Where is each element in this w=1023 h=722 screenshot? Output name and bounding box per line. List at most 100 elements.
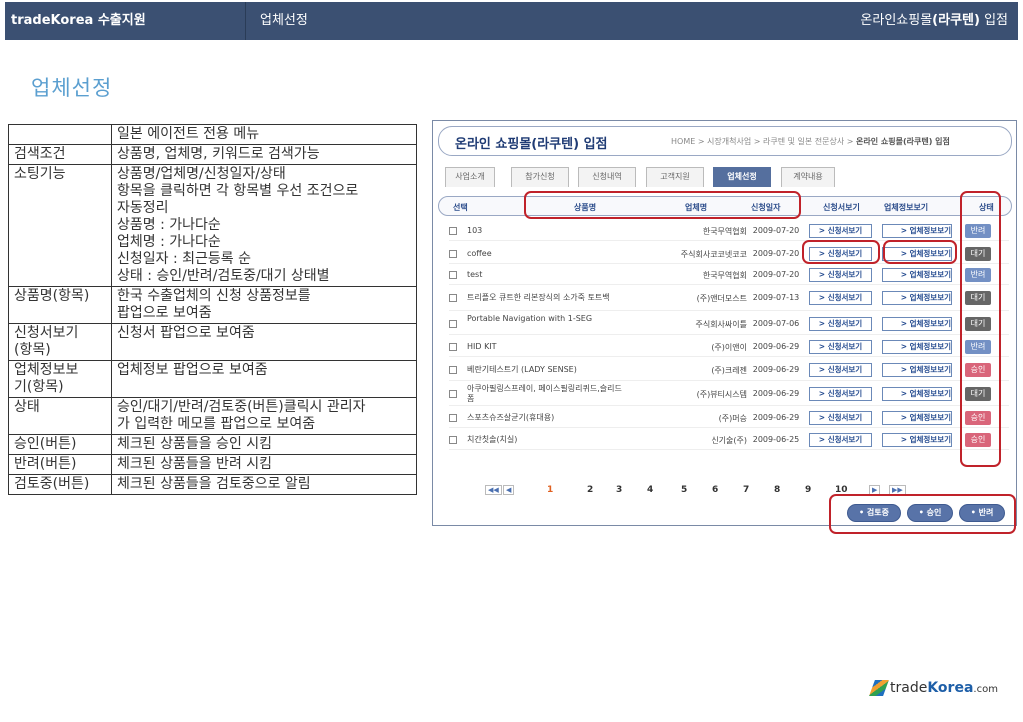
status-badge[interactable]: 승인	[965, 433, 991, 447]
view-company-info-button[interactable]: > 업체정보보기	[882, 247, 952, 261]
product-name-link[interactable]: 103	[467, 226, 627, 236]
view-application-button[interactable]: > 신청서보기	[809, 433, 872, 447]
spec-row: 업체정보보 기(항목) 업체정보 팝업으로 보여줌	[8, 360, 417, 398]
view-company-info-button[interactable]: > 업체정보보기	[882, 433, 952, 447]
view-company-info-button[interactable]: > 업체정보보기	[882, 340, 952, 354]
row-checkbox[interactable]	[449, 320, 457, 328]
view-application-button[interactable]: > 신청서보기	[809, 387, 872, 401]
status-badge[interactable]: 대기	[965, 387, 991, 401]
last-page-button[interactable]: ▶▶	[889, 485, 906, 495]
status-badge[interactable]: 반려	[965, 268, 991, 282]
col-status[interactable]: 상태	[979, 202, 994, 213]
page-link[interactable]: 9	[805, 485, 811, 495]
page-link[interactable]: 10	[835, 485, 848, 495]
review-button[interactable]: • 검토중	[847, 504, 901, 522]
row-checkbox[interactable]	[449, 294, 457, 302]
col-product[interactable]: 상품명	[574, 202, 596, 213]
page-link[interactable]: 4	[647, 485, 653, 495]
status-badge[interactable]: 반려	[965, 224, 991, 238]
col-select: 선택	[453, 203, 468, 212]
page-link[interactable]: 6	[712, 485, 718, 495]
page-link[interactable]: 2	[587, 485, 593, 495]
spec-key	[8, 124, 112, 145]
view-application-button[interactable]: > 신청서보기	[809, 224, 872, 238]
status-badge[interactable]: 대기	[965, 317, 991, 331]
tab-support[interactable]: 고객지원	[646, 167, 704, 187]
view-company-info-button[interactable]: > 업체정보보기	[882, 224, 952, 238]
brand-suffix: 수출지원	[93, 13, 146, 28]
page-link[interactable]: 7	[743, 485, 749, 495]
company-name: 한국무역협회	[702, 271, 747, 280]
next-page-button[interactable]: ▶	[869, 485, 881, 495]
apply-date: 2009-07-20	[752, 270, 800, 279]
page-link[interactable]: 8	[774, 485, 780, 495]
row-checkbox[interactable]	[449, 343, 457, 351]
status-badge[interactable]: 반려	[965, 340, 991, 354]
view-company-info-button[interactable]: > 업체정보보기	[882, 291, 952, 305]
spec-key: 상태	[8, 397, 112, 435]
product-name-link[interactable]: 베란기테스트기 (LADY SENSE)	[467, 365, 627, 375]
spec-key: 반려(버튼)	[8, 454, 112, 475]
view-company-info-button[interactable]: > 업체정보보기	[882, 411, 952, 425]
product-name-link[interactable]: coffee	[467, 249, 627, 259]
breadcrumb-current: 온라인 쇼핑몰(라쿠텐) 입점	[856, 137, 950, 146]
spec-key: 검색조건	[8, 144, 112, 165]
row-checkbox[interactable]	[449, 227, 457, 235]
tab-selection[interactable]: 업체선정	[713, 167, 771, 187]
mock-header: 온라인 쇼핑몰(라쿠텐) 입점 HOME > 시장개척사업 > 라쿠텐 및 일본…	[438, 126, 1012, 156]
row-checkbox[interactable]	[449, 250, 457, 258]
view-company-info-button[interactable]: > 업체정보보기	[882, 317, 952, 331]
col-date[interactable]: 신청일자	[751, 202, 780, 213]
view-application-button[interactable]: > 신청서보기	[809, 317, 872, 331]
spec-value: 체크된 상품들을 검토중으로 알림	[111, 474, 417, 495]
tab-intro[interactable]: 사업소개	[445, 167, 495, 187]
status-badge[interactable]: 대기	[965, 291, 991, 305]
product-name-link[interactable]: test	[467, 270, 627, 280]
brand[interactable]: tradeKorea 수출지원	[11, 2, 246, 40]
view-application-button[interactable]: > 신청서보기	[809, 291, 872, 305]
tab-history[interactable]: 신청내역	[578, 167, 636, 187]
apply-date: 2009-06-29	[752, 342, 800, 351]
approve-button[interactable]: • 승인	[907, 504, 953, 522]
page-link[interactable]: 1	[547, 485, 553, 495]
page-link[interactable]: 3	[616, 485, 622, 495]
col-company[interactable]: 업체명	[685, 202, 707, 213]
tab-apply[interactable]: 참가신청	[511, 167, 569, 187]
row-checkbox[interactable]	[449, 366, 457, 374]
view-company-info-button[interactable]: > 업체정보보기	[882, 268, 952, 282]
view-application-button[interactable]: > 신청서보기	[809, 411, 872, 425]
product-name-link[interactable]: 트리플오 큐트한 리본장식의 소가죽 토트백	[467, 293, 627, 303]
spec-row: 상태 승인/대기/반려/검토중(버튼)클릭시 관리자 가 입력한 메모를 팝업으로…	[8, 397, 417, 435]
row-checkbox[interactable]	[449, 414, 457, 422]
section-title: 업체선정	[260, 13, 308, 28]
product-name-link[interactable]: 스포츠슈즈살균기(휴대용)	[467, 413, 627, 423]
status-badge[interactable]: 승인	[965, 411, 991, 425]
first-page-button[interactable]: ◀◀	[485, 485, 502, 495]
logo-trade: trade	[890, 680, 928, 696]
view-application-button[interactable]: > 신청서보기	[809, 340, 872, 354]
view-application-button[interactable]: > 신청서보기	[809, 247, 872, 261]
logo-korea: Korea	[927, 680, 974, 696]
row-checkbox[interactable]	[449, 436, 457, 444]
spec-row: 신청서보기 (항목) 신청서 팝업으로 보여줌	[8, 323, 417, 361]
product-name-link[interactable]: Portable Navigation with 1-SEG	[467, 314, 627, 324]
view-company-info-button[interactable]: > 업체정보보기	[882, 387, 952, 401]
spec-table: 일본 에이전트 전용 메뉴 검색조건 상품명, 업체명, 키워드로 검색가능 소팅기능…	[8, 124, 417, 495]
product-name-link[interactable]: 아쿠아필링스프레이, 페이스필링리퀴드,슬리드폼	[467, 384, 627, 404]
product-name-link[interactable]: 치간칫솔(치실)	[467, 435, 627, 445]
logo-mark-icon	[869, 680, 889, 696]
status-badge[interactable]: 승인	[965, 363, 991, 377]
prev-page-button[interactable]: ◀	[503, 485, 515, 495]
page-link[interactable]: 5	[681, 485, 687, 495]
row-checkbox[interactable]	[449, 271, 457, 279]
apply-date: 2009-06-29	[752, 413, 800, 422]
view-application-button[interactable]: > 신청서보기	[809, 268, 872, 282]
reject-button[interactable]: • 반려	[959, 504, 1005, 522]
row-checkbox[interactable]	[449, 390, 457, 398]
product-name-link[interactable]: HID KIT	[467, 342, 627, 352]
company-name: (주)머승	[718, 414, 747, 423]
view-company-info-button[interactable]: > 업체정보보기	[882, 363, 952, 377]
status-badge[interactable]: 대기	[965, 247, 991, 261]
view-application-button[interactable]: > 신청서보기	[809, 363, 872, 377]
tab-contract[interactable]: 계약내용	[781, 167, 835, 187]
